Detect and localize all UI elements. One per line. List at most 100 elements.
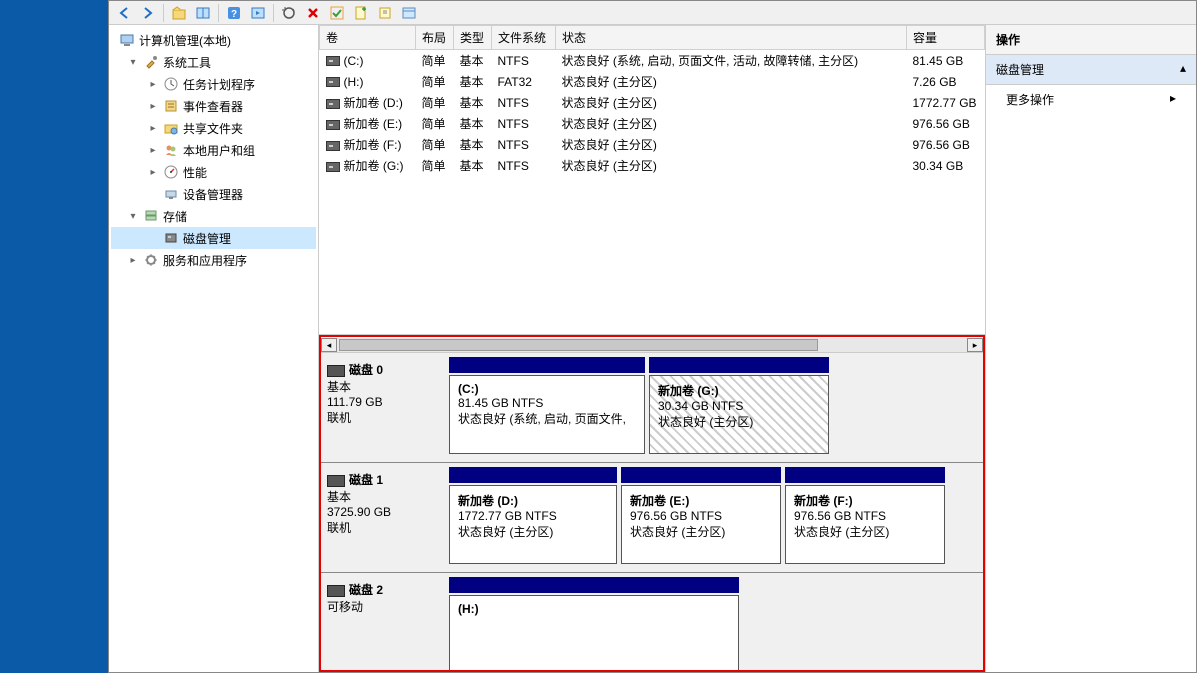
expand-icon[interactable]: ▸ [147, 167, 159, 178]
play-list-button[interactable] [247, 3, 269, 23]
horizontal-scrollbar[interactable]: ◂ ▸ [321, 337, 983, 353]
more-actions-label: 更多操作 [1006, 91, 1054, 108]
tree-item-label: 系统工具 [163, 54, 211, 71]
check-button[interactable] [326, 3, 348, 23]
services-icon [143, 252, 159, 268]
device-icon [163, 186, 179, 202]
drive-icon [326, 141, 340, 151]
actions-title: 操作 [986, 25, 1196, 55]
disk-info[interactable]: 磁盘 0基本111.79 GB联机 [321, 353, 445, 462]
more-actions[interactable]: 更多操作 ▸ [986, 85, 1196, 114]
actions-section[interactable]: 磁盘管理 ▴ [986, 55, 1196, 85]
drive-icon [327, 585, 345, 597]
col-type[interactable]: 类型 [454, 26, 492, 50]
disk-info[interactable]: 磁盘 1基本3725.90 GB联机 [321, 463, 445, 572]
folder-up-button[interactable] [168, 3, 190, 23]
tree-item-label: 事件查看器 [183, 98, 243, 115]
drive-icon [326, 77, 340, 87]
tree-performance[interactable]: ▸ 性能 [111, 161, 316, 183]
collapse-icon[interactable]: ▴ [1180, 61, 1186, 78]
drive-icon [326, 99, 340, 109]
properties-button[interactable] [398, 3, 420, 23]
drive-icon [326, 162, 340, 172]
new-doc-button[interactable] [350, 3, 372, 23]
partition[interactable]: 新加卷 (G:)30.34 GB NTFS状态良好 (主分区) [649, 375, 829, 454]
expand-icon[interactable]: ▸ [147, 145, 159, 156]
perf-icon [163, 164, 179, 180]
tree-shared-folders[interactable]: ▸ 共享文件夹 [111, 117, 316, 139]
volume-row[interactable]: 新加卷 (D:)简单基本NTFS状态良好 (主分区)1772.77 GB [320, 92, 985, 113]
tree-root-label: 计算机管理(本地) [139, 32, 231, 49]
partition[interactable]: 新加卷 (D:)1772.77 GB NTFS状态良好 (主分区) [449, 485, 617, 564]
tree-task-scheduler[interactable]: ▸ 任务计划程序 [111, 73, 316, 95]
expand-icon[interactable]: ▸ [147, 101, 159, 112]
collapse-icon[interactable]: ▾ [127, 57, 139, 68]
volume-row[interactable]: (H:)简单基本FAT32状态良好 (主分区)7.26 GB [320, 71, 985, 92]
view-split-button[interactable] [192, 3, 214, 23]
volume-row[interactable]: (C:)简单基本NTFS状态良好 (系统, 启动, 页面文件, 活动, 故障转储… [320, 50, 985, 72]
computer-icon [119, 32, 135, 48]
event-icon [163, 98, 179, 114]
scroll-thumb[interactable] [339, 339, 818, 351]
tree-device-manager[interactable]: 设备管理器 [111, 183, 316, 205]
computer-management-window: ? 计算机管理(本地) ▾ 系统工具 ▸ 任务计划程序 ▸ 事件查看器 ▸ 共享文件夹 … [108, 0, 1197, 673]
expand-icon[interactable]: ▸ [127, 255, 139, 266]
tree-item-label: 存储 [163, 208, 187, 225]
tree-item-label: 本地用户和组 [183, 142, 255, 159]
disk-info[interactable]: 磁盘 2可移动 [321, 573, 445, 672]
tree-item-label: 磁盘管理 [183, 230, 231, 247]
volume-row[interactable]: 新加卷 (E:)简单基本NTFS状态良好 (主分区)976.56 GB [320, 113, 985, 134]
partition[interactable]: 新加卷 (F:)976.56 GB NTFS状态良好 (主分区) [785, 485, 945, 564]
scroll-right-button[interactable]: ▸ [967, 338, 983, 352]
tree-disk-management[interactable]: 磁盘管理 [111, 227, 316, 249]
tree-storage[interactable]: ▾ 存储 [111, 205, 316, 227]
folder-share-icon [163, 120, 179, 136]
chevron-right-icon: ▸ [1170, 91, 1176, 108]
actions-section-label: 磁盘管理 [996, 61, 1044, 78]
volume-list[interactable]: 卷 布局 类型 文件系统 状态 容量 (C:)简单基本NTFS状态良好 (系统,… [319, 25, 985, 335]
expand-icon[interactable]: ▸ [147, 123, 159, 134]
partition[interactable]: (H:) [449, 595, 739, 672]
partition[interactable]: (C:)81.45 GB NTFS状态良好 (系统, 启动, 页面文件, [449, 375, 645, 454]
tree-event-viewer[interactable]: ▸ 事件查看器 [111, 95, 316, 117]
tree-services-apps[interactable]: ▸ 服务和应用程序 [111, 249, 316, 271]
disk-layout-pane[interactable]: ◂ ▸ 磁盘 0基本111.79 GB联机(C:)81.45 GB NTFS状态… [319, 335, 985, 672]
tree-item-label: 任务计划程序 [183, 76, 255, 93]
toolbar: ? [109, 1, 1196, 25]
tree-root[interactable]: 计算机管理(本地) [111, 29, 316, 51]
tree-item-label: 服务和应用程序 [163, 252, 247, 269]
navigation-tree[interactable]: 计算机管理(本地) ▾ 系统工具 ▸ 任务计划程序 ▸ 事件查看器 ▸ 共享文件夹 ▸ 本… [109, 25, 319, 672]
delete-button[interactable] [302, 3, 324, 23]
volume-row[interactable]: 新加卷 (F:)简单基本NTFS状态良好 (主分区)976.56 GB [320, 134, 985, 155]
drive-icon [327, 365, 345, 377]
col-status[interactable]: 状态 [556, 26, 907, 50]
help-button[interactable]: ? [223, 3, 245, 23]
partition[interactable]: 新加卷 (E:)976.56 GB NTFS状态良好 (主分区) [621, 485, 781, 564]
refresh-button[interactable] [278, 3, 300, 23]
expand-icon[interactable]: ▸ [147, 79, 159, 90]
export-button[interactable] [374, 3, 396, 23]
collapse-icon[interactable]: ▾ [127, 211, 139, 222]
disk-row: 磁盘 0基本111.79 GB联机(C:)81.45 GB NTFS状态良好 (… [321, 353, 983, 463]
volume-row[interactable]: 新加卷 (G:)简单基本NTFS状态良好 (主分区)30.34 GB [320, 155, 985, 176]
nav-forward-button[interactable] [137, 3, 159, 23]
tree-local-users[interactable]: ▸ 本地用户和组 [111, 139, 316, 161]
tree-item-label: 共享文件夹 [183, 120, 243, 137]
col-capacity[interactable]: 容量 [907, 26, 985, 50]
svg-text:?: ? [231, 9, 237, 20]
drive-icon [327, 475, 345, 487]
col-layout[interactable]: 布局 [416, 26, 454, 50]
storage-icon [143, 208, 159, 224]
drive-icon [326, 56, 340, 66]
disk-row: 磁盘 1基本3725.90 GB联机新加卷 (D:)1772.77 GB NTF… [321, 463, 983, 573]
scroll-left-button[interactable]: ◂ [321, 338, 337, 352]
drive-icon [326, 120, 340, 130]
tree-item-label: 设备管理器 [183, 186, 243, 203]
scroll-track[interactable] [337, 338, 967, 352]
tree-item-label: 性能 [183, 164, 207, 181]
tree-system-tools[interactable]: ▾ 系统工具 [111, 51, 316, 73]
col-volume[interactable]: 卷 [320, 26, 416, 50]
nav-back-button[interactable] [113, 3, 135, 23]
content-area: 卷 布局 类型 文件系统 状态 容量 (C:)简单基本NTFS状态良好 (系统,… [319, 25, 986, 672]
col-filesystem[interactable]: 文件系统 [492, 26, 556, 50]
